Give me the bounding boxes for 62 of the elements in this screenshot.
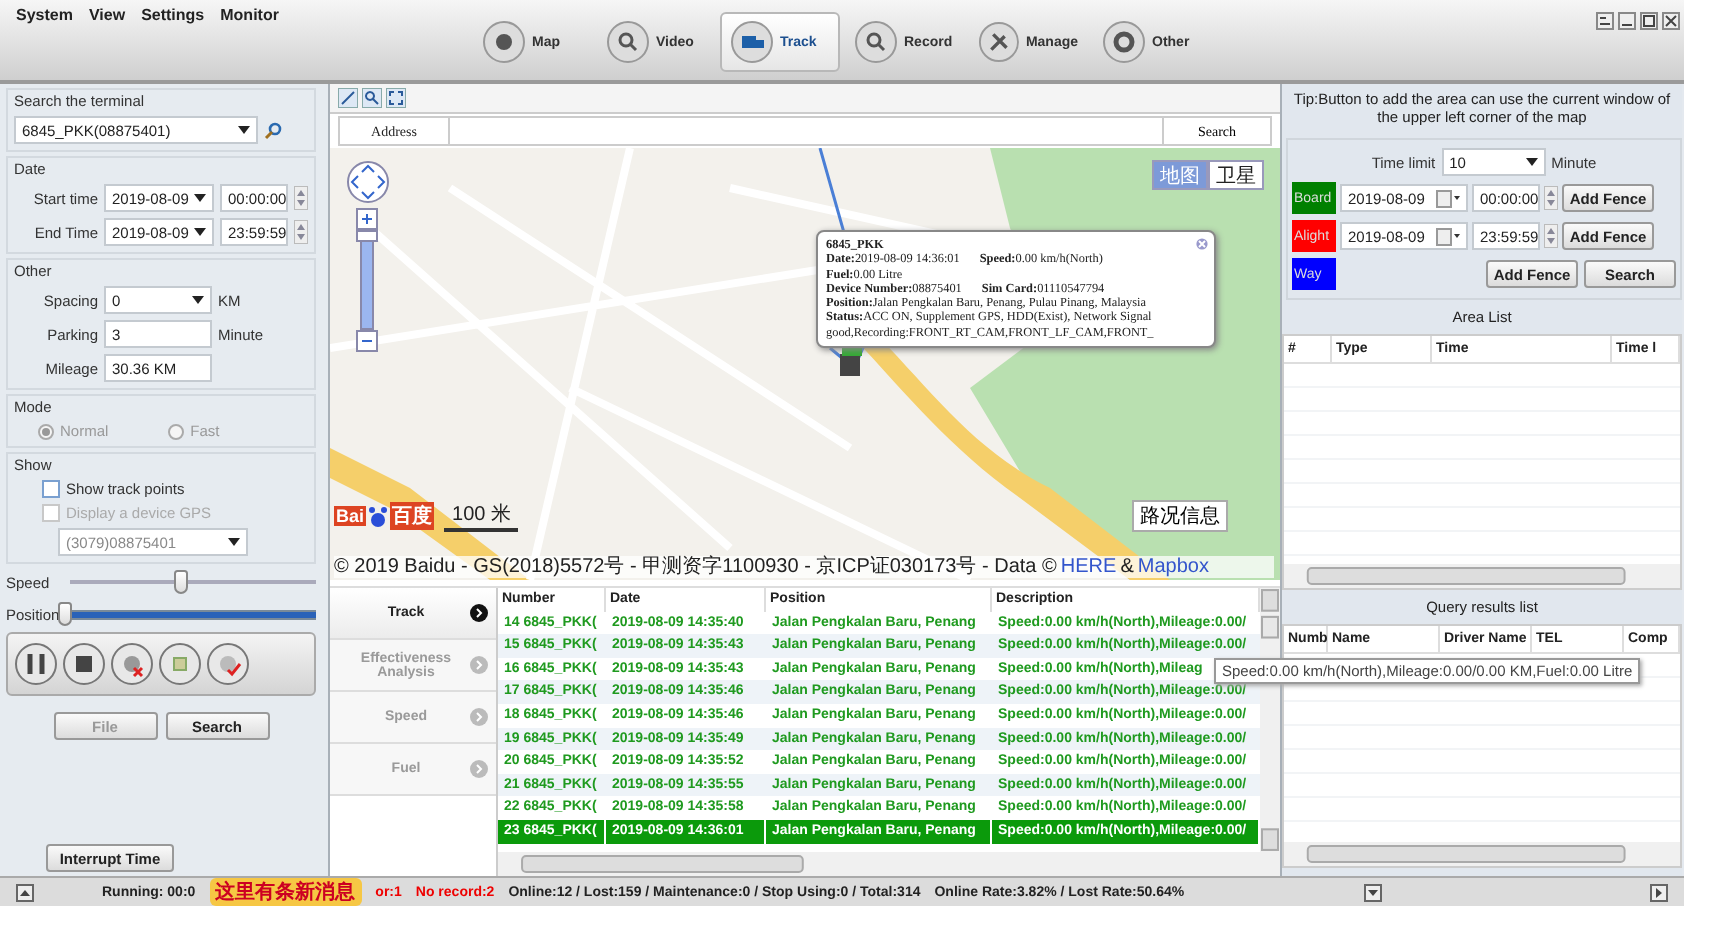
radio-button[interactable] — [168, 423, 185, 439]
copyright-link[interactable]: Mapbox — [1137, 556, 1209, 578]
spinner-icon[interactable] — [1544, 186, 1558, 210]
traffic-button[interactable]: 路况信息 — [1132, 500, 1228, 532]
minimize-icon[interactable] — [1618, 12, 1636, 30]
horizontal-scrollbar[interactable] — [1284, 564, 1680, 588]
calendar-icon[interactable] — [1436, 227, 1460, 245]
arrow-circle-icon — [470, 708, 488, 726]
copyright-text: & — [1120, 556, 1134, 578]
spinner-icon[interactable] — [294, 220, 308, 244]
arrow-circle-icon — [470, 760, 488, 778]
caret-icon[interactable] — [194, 228, 206, 236]
restore-icon[interactable] — [1596, 12, 1614, 30]
close-icon[interactable] — [1662, 12, 1680, 30]
panel-toggle-icon[interactable] — [1650, 883, 1668, 901]
search-icon[interactable] — [264, 121, 282, 139]
maximize-icon[interactable] — [1640, 12, 1658, 30]
radio-button[interactable] — [38, 423, 54, 439]
slider-thumb[interactable] — [174, 570, 189, 594]
ruler-icon[interactable] — [338, 88, 358, 108]
check-icon[interactable] — [206, 642, 250, 686]
caret-icon[interactable] — [1525, 158, 1538, 166]
zoom-in-icon[interactable] — [356, 208, 378, 230]
caret-icon[interactable] — [194, 194, 206, 202]
panel-toggle-icon[interactable] — [1364, 883, 1382, 901]
copyright-text: © 2019 Baidu - GS(2018)5572号 - 甲测资字1100930 - 京ICP证030173号 - Data © — [334, 556, 1057, 578]
menu-item[interactable]: System — [16, 6, 73, 24]
horizontal-scrollbar[interactable] — [498, 852, 1280, 876]
pause-icon[interactable] — [14, 642, 58, 686]
zoom-out-icon[interactable] — [356, 330, 378, 352]
menu-item[interactable]: View — [88, 6, 126, 24]
magnifier-icon — [854, 20, 898, 64]
calendar-icon[interactable] — [1436, 189, 1460, 207]
checkbox[interactable] — [42, 480, 60, 498]
magnifier-icon — [606, 20, 650, 64]
export-icon[interactable] — [158, 642, 202, 686]
map-type-toggle[interactable]: 卫星 — [1208, 160, 1264, 190]
spinner-icon[interactable] — [294, 186, 308, 210]
caret-icon[interactable] — [192, 296, 204, 304]
stop-icon[interactable] — [62, 642, 106, 686]
menu-item[interactable]: Settings — [141, 6, 205, 24]
spinner-icon[interactable] — [1544, 224, 1558, 248]
caret-icon[interactable] — [238, 126, 250, 134]
map-scale: 100 米 — [444, 500, 519, 532]
panel-toggle-icon[interactable] — [16, 883, 34, 901]
record-icon[interactable] — [110, 642, 154, 686]
zoom-slider-thumb[interactable] — [356, 230, 378, 243]
horizontal-scrollbar[interactable] — [1284, 842, 1680, 866]
paw-icon — [368, 504, 389, 528]
map-logo-text: 百度 — [390, 502, 435, 530]
search-icon[interactable] — [362, 88, 382, 108]
menu-item[interactable]: Monitor — [220, 6, 279, 24]
notification-bubble[interactable]: 这里有条新消息 — [209, 878, 362, 906]
caret-icon[interactable] — [228, 538, 240, 546]
arrow-circle-icon — [470, 604, 488, 622]
map-logo-text: Bai — [334, 506, 367, 526]
slider-thumb[interactable] — [57, 602, 72, 626]
fullscreen-icon[interactable] — [386, 88, 406, 108]
copyright-link[interactable]: HERE — [1060, 556, 1117, 578]
zoom-slider[interactable] — [360, 230, 374, 330]
arrow-circle-icon — [470, 656, 488, 674]
pan-control-icon[interactable] — [346, 160, 390, 204]
